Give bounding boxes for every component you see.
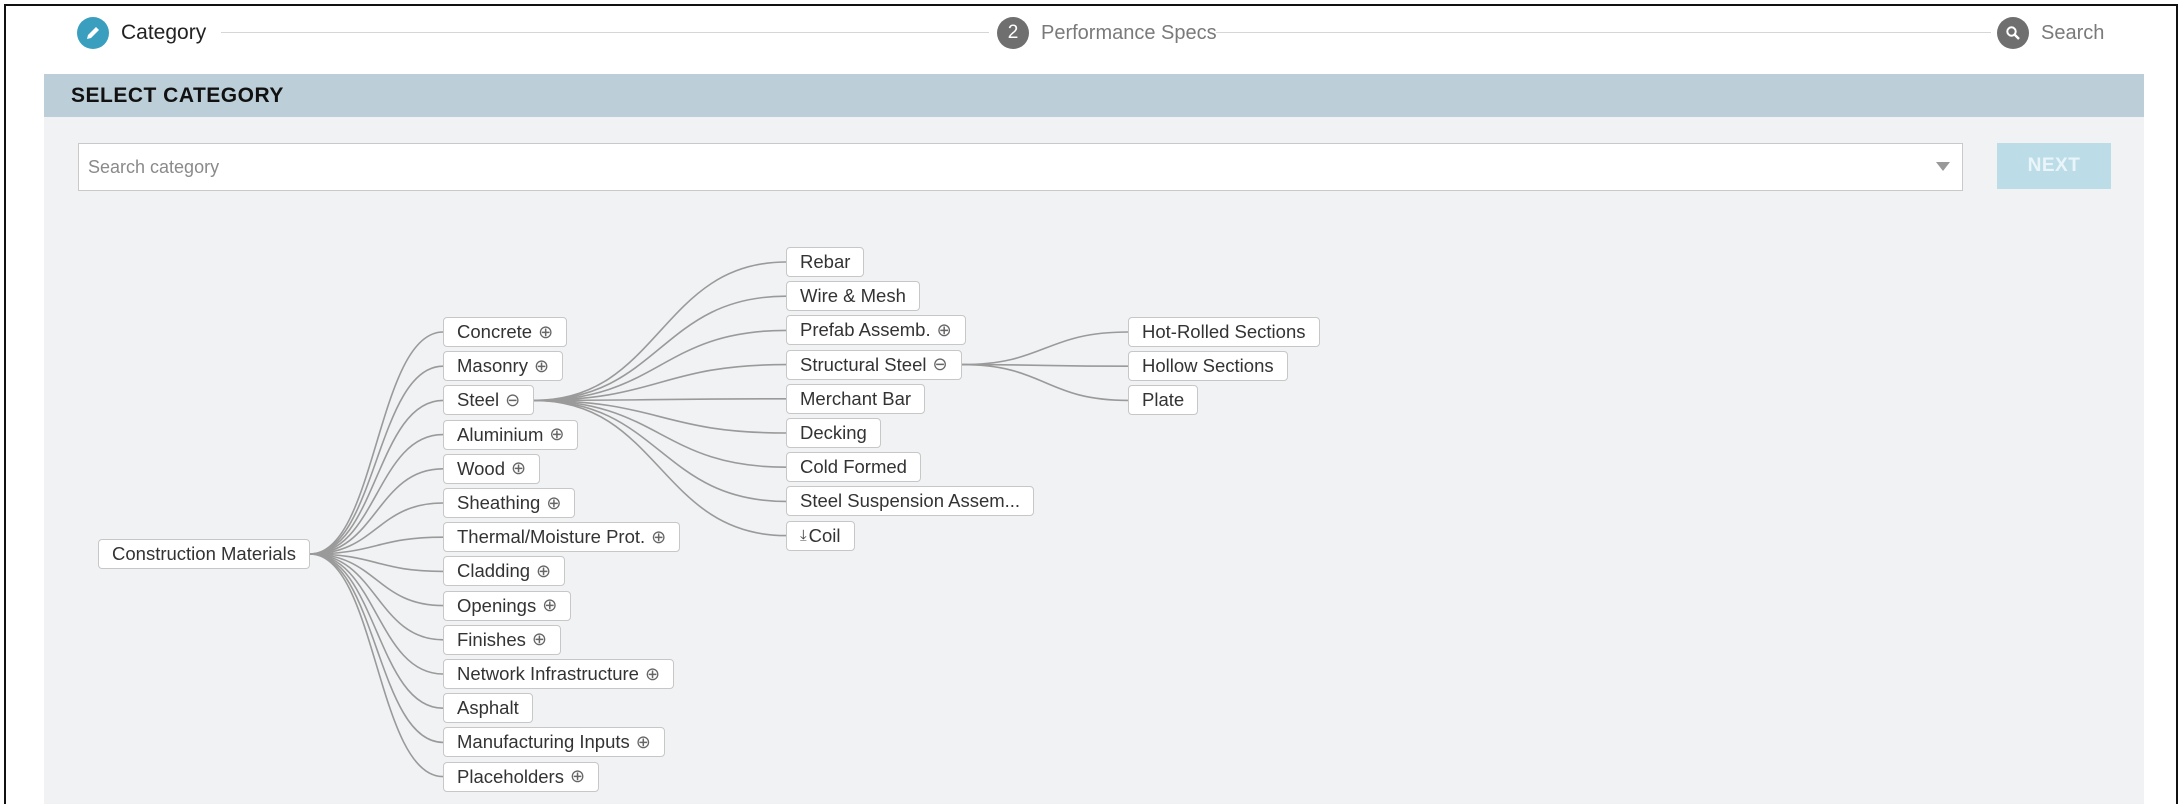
node-label: Manufacturing Inputs: [457, 731, 630, 753]
expand-icon[interactable]: ⊕: [538, 322, 553, 343]
expand-icon[interactable]: ⊕: [542, 595, 557, 616]
node-label: Placeholders: [457, 765, 564, 787]
download-icon: ⤓: [800, 527, 807, 545]
tree-node[interactable]: Placeholders ⊕: [443, 761, 600, 792]
node-label: Cold Formed: [800, 456, 907, 478]
node-label: Asphalt: [457, 697, 519, 719]
tree-link: [309, 553, 444, 675]
tree-node[interactable]: Manufacturing Inputs ⊕: [443, 727, 665, 758]
node-label: Concrete: [457, 321, 533, 342]
node-label: Decking: [800, 422, 867, 443]
expand-icon[interactable]: ⊕: [546, 493, 561, 514]
node-label: Network Infrastructure: [457, 663, 639, 684]
tree-node[interactable]: Aluminium ⊕: [443, 419, 579, 450]
tree-node[interactable]: Plate: [1128, 385, 1199, 416]
tree-link: [309, 399, 444, 555]
node-label: Structural Steel: [800, 353, 927, 375]
collapse-icon[interactable]: ⊖: [932, 354, 947, 375]
tree-link: [533, 295, 787, 402]
tree-node[interactable]: Steel Suspension Assem...: [786, 486, 1035, 517]
tree-link: [309, 433, 444, 555]
tree-link: [309, 553, 444, 778]
node-label: Coil: [808, 524, 841, 546]
node-label: Masonry: [457, 355, 528, 377]
tree-node[interactable]: Sheathing ⊕: [443, 488, 576, 518]
node-label: Prefab Assemb.: [800, 319, 931, 341]
tree-link: [309, 468, 444, 555]
expand-icon[interactable]: ⊕: [549, 424, 564, 445]
tree-node[interactable]: Decking: [786, 418, 881, 448]
tree-node[interactable]: Merchant Bar: [786, 383, 926, 414]
tree-node[interactable]: Wood ⊕: [443, 453, 541, 484]
node-label: Openings: [457, 594, 537, 616]
app-frame: Category 2 Performance Specs Search SELE…: [4, 4, 2178, 804]
expand-icon[interactable]: ⊕: [636, 732, 651, 753]
node-label: Aluminium: [457, 423, 544, 445]
tree-node[interactable]: Cladding ⊕: [443, 556, 566, 587]
tree-node-root[interactable]: Construction Materials: [98, 539, 311, 569]
tree-link: [309, 553, 444, 709]
expand-icon[interactable]: ⊕: [532, 629, 547, 650]
expand-icon[interactable]: ⊕: [937, 320, 952, 341]
node-label: Cladding: [457, 560, 531, 582]
tree-node[interactable]: Prefab Assemb. ⊕: [786, 315, 966, 346]
tree-node[interactable]: Cold Formed: [786, 452, 921, 483]
tree-link: [961, 331, 1129, 366]
tree-link: [309, 553, 444, 744]
tree-node[interactable]: Openings ⊕: [443, 590, 572, 621]
tree-node[interactable]: ⤓ Coil: [786, 520, 855, 551]
node-label: Steel: [457, 389, 500, 411]
node-label: Finishes: [457, 628, 526, 650]
node-label: Wire & Mesh: [800, 285, 906, 307]
tree-node[interactable]: Wire & Mesh: [786, 281, 920, 312]
expand-icon[interactable]: ⊕: [511, 458, 526, 479]
expand-icon[interactable]: ⊕: [651, 527, 666, 548]
node-label: Rebar: [800, 251, 851, 272]
node-label: Merchant Bar: [800, 387, 912, 409]
node-label: Steel Suspension Assem...: [800, 490, 1021, 512]
tree-node[interactable]: Network Infrastructure ⊕: [443, 659, 675, 689]
tree-link: [309, 331, 444, 555]
tree-node[interactable]: Thermal/Moisture Prot. ⊕: [443, 522, 681, 553]
tree-links: [309, 261, 1129, 778]
node-label: Hollow Sections: [1142, 355, 1274, 377]
tree-link: [309, 553, 444, 641]
tree-link: [533, 261, 787, 402]
expand-icon[interactable]: ⊕: [536, 561, 551, 582]
expand-icon[interactable]: ⊕: [645, 664, 660, 685]
collapse-icon[interactable]: ⊖: [505, 390, 520, 411]
tree-link: [309, 365, 444, 555]
node-label: Hot-Rolled Sections: [1142, 321, 1306, 342]
expand-icon[interactable]: ⊕: [534, 356, 549, 377]
tree-link: [533, 399, 787, 503]
tree-node[interactable]: Hollow Sections: [1128, 351, 1288, 382]
category-tree: Construction Materials Concrete ⊕ Masonry ⊕ S…: [6, 6, 2176, 803]
tree-node[interactable]: Structural Steel ⊖: [786, 349, 962, 380]
node-label: Sheathing: [457, 492, 541, 513]
expand-icon[interactable]: ⊕: [570, 766, 585, 787]
tree-node[interactable]: Concrete ⊕: [443, 317, 568, 347]
tree-node[interactable]: Masonry ⊕: [443, 351, 564, 382]
tree-node[interactable]: Steel ⊖: [443, 385, 535, 416]
node-label: Thermal/Moisture Prot.: [457, 526, 646, 548]
node-label: Wood: [457, 457, 505, 479]
tree-link: [961, 363, 1129, 402]
node-label: Construction Materials: [112, 543, 297, 564]
tree-node[interactable]: Finishes ⊕: [443, 624, 561, 655]
tree-node[interactable]: Hot-Rolled Sections: [1128, 317, 1320, 347]
tree-node[interactable]: Asphalt: [443, 693, 533, 724]
node-label: Plate: [1142, 389, 1185, 411]
tree-node[interactable]: Rebar: [786, 247, 865, 277]
